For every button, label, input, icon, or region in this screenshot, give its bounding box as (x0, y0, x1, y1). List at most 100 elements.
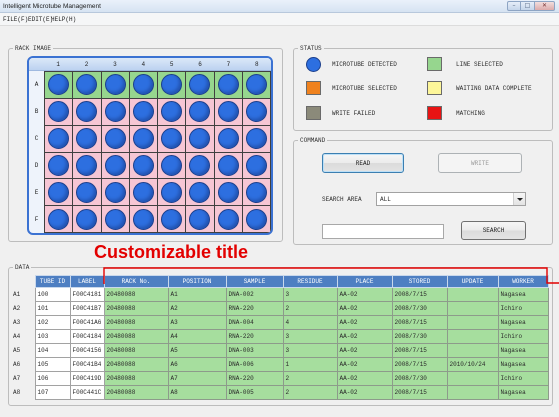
cell-stored[interactable]: 2008/7/30 (391, 301, 448, 316)
column-header-worker[interactable]: WORKER (497, 275, 549, 288)
column-header-label[interactable]: LABEL (69, 275, 105, 288)
microtube-icon[interactable] (161, 74, 183, 96)
rack-cell-f7[interactable] (214, 206, 243, 233)
cell-label[interactable]: F00C41B7 (69, 301, 105, 316)
cell-tube-id[interactable]: 105 (34, 357, 71, 372)
cell-update[interactable] (446, 385, 499, 400)
chevron-down-icon[interactable] (513, 193, 525, 205)
cell-sample[interactable]: RNA-220 (225, 371, 284, 386)
rack-cell-e5[interactable] (158, 179, 187, 207)
write-button[interactable]: WRITE (438, 153, 522, 173)
table-row[interactable]: A5 104 F00C4156 20480088 A5 DNA-003 3 AA-02 2008… (10, 343, 549, 358)
microtube-icon[interactable] (76, 74, 98, 96)
cell-tube-id[interactable]: 101 (34, 301, 71, 316)
rack-column-label-2[interactable]: 2 (72, 61, 100, 68)
rack-cell-c1[interactable] (45, 125, 74, 153)
rack-row-label-c[interactable]: C (29, 125, 44, 152)
cell-label[interactable]: F00C419D (69, 371, 105, 386)
cell-stored[interactable]: 2008/7/15 (391, 343, 448, 358)
microtube-icon[interactable] (104, 101, 126, 123)
rack-column-label-8[interactable]: 8 (243, 61, 271, 68)
rack-row-label-e[interactable]: E (29, 179, 44, 206)
microtube-icon[interactable] (104, 154, 126, 176)
cell-rack-no[interactable]: 20480088 (103, 357, 169, 372)
cell-position[interactable]: A7 (167, 371, 227, 386)
column-header-residue[interactable]: RESIDUE (282, 275, 338, 288)
column-header-update[interactable]: UPDATE (446, 275, 499, 288)
cell-stored[interactable]: 2008/7/15 (391, 287, 448, 302)
cell-position[interactable]: A3 (167, 315, 227, 330)
cell-tube-id[interactable]: 106 (34, 371, 71, 386)
rack-cell-d7[interactable] (214, 152, 243, 180)
search-input[interactable] (322, 224, 444, 239)
cell-residue[interactable]: 2 (282, 371, 338, 386)
microtube-icon[interactable] (48, 154, 70, 176)
rack-cell-f8[interactable] (242, 206, 271, 233)
column-header-position[interactable]: POSITION (167, 275, 227, 288)
rack-cell-b2[interactable] (73, 98, 102, 126)
microtube-icon[interactable] (132, 181, 154, 203)
rack-column-label-3[interactable]: 3 (101, 61, 129, 68)
cell-residue[interactable]: 3 (282, 329, 338, 344)
rack-cell-e7[interactable] (214, 179, 243, 207)
rack-cell-f4[interactable] (129, 206, 158, 233)
cell-place[interactable]: AA-02 (336, 315, 393, 330)
rack-cell-f5[interactable] (158, 206, 187, 233)
rack-row-label-b[interactable]: B (29, 98, 44, 125)
microtube-icon[interactable] (189, 74, 211, 96)
rack-cell-b3[interactable] (101, 98, 130, 126)
rack-cell-b7[interactable] (214, 98, 243, 126)
microtube-icon[interactable] (245, 208, 267, 230)
cell-tube-id[interactable]: 100 (34, 287, 71, 302)
table-row[interactable]: A3 102 F00C41A6 20480088 A3 DNA-004 4 AA-02 2008… (10, 315, 549, 330)
read-button[interactable]: READ (322, 153, 404, 173)
cell-sample[interactable]: DNA-006 (225, 357, 284, 372)
cell-stored[interactable]: 2008/7/30 (391, 371, 448, 386)
microtube-icon[interactable] (161, 181, 183, 203)
table-row[interactable]: A2 101 F00C41B7 20480088 A2 RNA-220 2 AA-02 2008… (10, 301, 549, 316)
cell-label[interactable]: F00C4181 (69, 287, 105, 302)
rack-cell-a2[interactable] (73, 72, 102, 99)
cell-place[interactable]: AA-02 (336, 357, 393, 372)
microtube-icon[interactable] (76, 208, 98, 230)
cell-rack-no[interactable]: 20480088 (103, 301, 169, 316)
title-bar[interactable]: Intelligent Microtube Management – □ ✕ (0, 0, 559, 13)
cell-worker[interactable]: Nagasea (497, 385, 549, 400)
cell-position[interactable]: A4 (167, 329, 227, 344)
cell-sample[interactable]: RNA-220 (225, 329, 284, 344)
microtube-icon[interactable] (217, 181, 239, 203)
microtube-icon[interactable] (189, 154, 211, 176)
cell-position[interactable]: A8 (167, 385, 227, 400)
rack-cell-b5[interactable] (158, 98, 187, 126)
table-row[interactable]: A6 105 F00C41B4 20480088 A6 DNA-006 1 AA-02 2008… (10, 357, 549, 372)
microtube-icon[interactable] (217, 101, 239, 123)
microtube-icon[interactable] (245, 101, 267, 123)
table-row[interactable]: A8 107 F00C441C 20480088 A8 DNA-005 2 AA-02 2008… (10, 385, 549, 400)
microtube-icon[interactable] (189, 128, 211, 150)
rack-cell-a5[interactable] (158, 72, 187, 99)
rack-column-label-7[interactable]: 7 (214, 61, 242, 68)
cell-sample[interactable]: RNA-220 (225, 301, 284, 316)
rack-cell-f3[interactable] (101, 206, 130, 233)
cell-update[interactable] (446, 301, 499, 316)
cell-label[interactable]: F00C4184 (69, 329, 105, 344)
cell-tube-id[interactable]: 107 (34, 385, 71, 400)
microtube-icon[interactable] (104, 208, 126, 230)
cell-position[interactable]: A1 (167, 287, 227, 302)
cell-rack-no[interactable]: 20480088 (103, 385, 169, 400)
cell-update[interactable] (446, 329, 499, 344)
rack-cell-d5[interactable] (158, 152, 187, 180)
cell-place[interactable]: AA-02 (336, 343, 393, 358)
rack-cell-b8[interactable] (242, 98, 271, 126)
cell-label[interactable]: F00C4156 (69, 343, 105, 358)
rack-column-label-6[interactable]: 6 (186, 61, 214, 68)
rack-cell-a7[interactable] (214, 72, 243, 99)
rack-cell-e4[interactable] (129, 179, 158, 207)
cell-residue[interactable]: 4 (282, 315, 338, 330)
cell-position[interactable]: A2 (167, 301, 227, 316)
microtube-icon[interactable] (48, 101, 70, 123)
rack-column-label-4[interactable]: 4 (129, 61, 157, 68)
rack-cell-a3[interactable] (101, 72, 130, 99)
cell-label[interactable]: F00C441C (69, 385, 105, 400)
rack-cell-a6[interactable] (186, 72, 215, 99)
